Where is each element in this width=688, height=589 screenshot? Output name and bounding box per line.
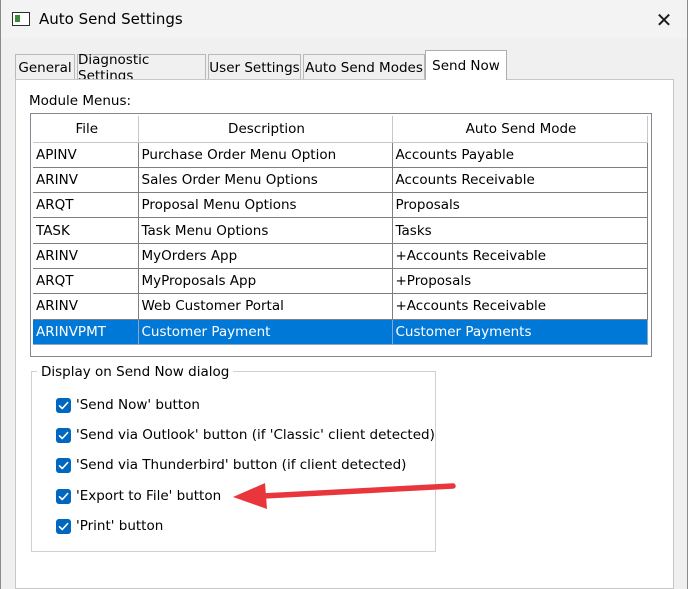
table-row[interactable]: APINV Purchase Order Menu Option Accounts …	[33, 142, 648, 168]
send-via-thunderbird-option[interactable]: 'Send via Thunderbird' button (if client…	[56, 456, 406, 474]
column-header-description[interactable]: Description	[138, 116, 393, 143]
cell-file: TASK	[33, 217, 139, 244]
check-icon	[58, 492, 69, 500]
cell-file: ARINV	[33, 243, 139, 269]
check-icon	[58, 522, 69, 530]
grid-header-row: File Description Auto Send Mode	[33, 116, 648, 143]
cell-auto-send-mode: +Accounts Receivable	[392, 243, 648, 269]
table-row[interactable]: ARINV Sales Order Menu Options Accounts Re…	[33, 167, 648, 194]
cell-file: ARINV	[33, 293, 139, 320]
check-icon	[58, 401, 69, 409]
cell-description: Purchase Order Menu Option	[138, 142, 393, 168]
title-bar[interactable]: Auto Send Settings ✕	[1, 0, 687, 38]
checkbox[interactable]	[56, 518, 71, 534]
cell-file: ARQT	[33, 192, 139, 219]
tab-general[interactable]: General	[15, 54, 75, 80]
tab-send-now[interactable]: Send Now	[425, 50, 507, 80]
cell-description: MyOrders App	[138, 243, 393, 269]
table-row[interactable]: ARQT MyProposals App +Proposals	[33, 268, 648, 295]
window-title: Auto Send Settings	[39, 10, 183, 28]
cell-auto-send-mode: Accounts Receivable	[392, 167, 648, 194]
tab-diagnostic-settings[interactable]: Diagnostic Settings	[77, 52, 206, 84]
send-now-button-option[interactable]: 'Send Now' button	[56, 396, 200, 414]
close-icon: ✕	[655, 8, 673, 32]
cell-file: ARQT	[33, 268, 139, 295]
cell-auto-send-mode: +Accounts Receivable	[392, 293, 648, 320]
tab-user-settings[interactable]: User Settings	[208, 54, 301, 80]
check-icon	[58, 431, 69, 439]
cell-description: Sales Order Menu Options	[138, 167, 393, 194]
checkbox[interactable]	[56, 488, 71, 504]
checkbox[interactable]	[56, 427, 71, 443]
option-label: 'Send Now' button	[76, 397, 200, 413]
cell-description: Proposal Menu Options	[138, 192, 393, 219]
print-button-option[interactable]: 'Print' button	[56, 517, 163, 535]
column-header-file[interactable]: File	[33, 116, 139, 143]
option-label: 'Export to File' button	[76, 488, 222, 504]
cell-description: MyProposals App	[138, 268, 393, 295]
option-label: 'Send via Outlook' button (if 'Classic' …	[76, 427, 435, 443]
cell-auto-send-mode: Customer Payments	[392, 319, 648, 345]
display-options-legend: Display on Send Now dialog	[37, 364, 234, 380]
cell-file: ARINV	[33, 167, 139, 194]
checkbox[interactable]	[56, 457, 71, 473]
table-row[interactable]: ARINVPMT Customer Payment Customer Payment…	[33, 319, 648, 345]
table-row[interactable]: ARQT Proposal Menu Options Proposals	[33, 192, 648, 219]
column-header-auto-send-mode[interactable]: Auto Send Mode	[392, 116, 648, 143]
option-label: 'Print' button	[76, 518, 164, 534]
cell-auto-send-mode: +Proposals	[392, 268, 648, 295]
checkbox[interactable]	[56, 397, 71, 413]
check-icon	[58, 461, 69, 469]
settings-window: Auto Send Settings ✕ General Diagnostic …	[0, 0, 688, 589]
module-menus-grid[interactable]: File Description Auto Send Mode APINV Pur…	[30, 113, 652, 357]
table-row[interactable]: ARINV MyOrders App +Accounts Receivable	[33, 243, 648, 269]
export-to-file-option[interactable]: 'Export to File' button	[56, 487, 221, 505]
table-row[interactable]: TASK Task Menu Options Tasks	[33, 217, 648, 244]
option-label: 'Send via Thunderbird' button (if client…	[76, 457, 407, 473]
cell-auto-send-mode: Accounts Payable	[392, 142, 648, 168]
cell-auto-send-mode: Tasks	[392, 217, 648, 244]
close-button[interactable]: ✕	[641, 4, 687, 36]
window-app-icon	[12, 12, 30, 26]
send-via-outlook-option[interactable]: 'Send via Outlook' button (if 'Classic' …	[56, 426, 435, 444]
cell-description: Customer Payment	[138, 319, 393, 345]
module-menus-label: Module Menus:	[29, 93, 132, 109]
tab-strip: General Diagnostic Settings User Setting…	[15, 50, 675, 84]
cell-file: ARINVPMT	[33, 319, 139, 345]
cell-description: Task Menu Options	[138, 217, 393, 244]
cell-file: APINV	[33, 142, 139, 168]
cell-description: Web Customer Portal	[138, 293, 393, 320]
tab-auto-send-modes[interactable]: Auto Send Modes	[303, 54, 425, 80]
table-row[interactable]: ARINV Web Customer Portal +Accounts Receiv…	[33, 293, 648, 320]
cell-auto-send-mode: Proposals	[392, 192, 648, 219]
